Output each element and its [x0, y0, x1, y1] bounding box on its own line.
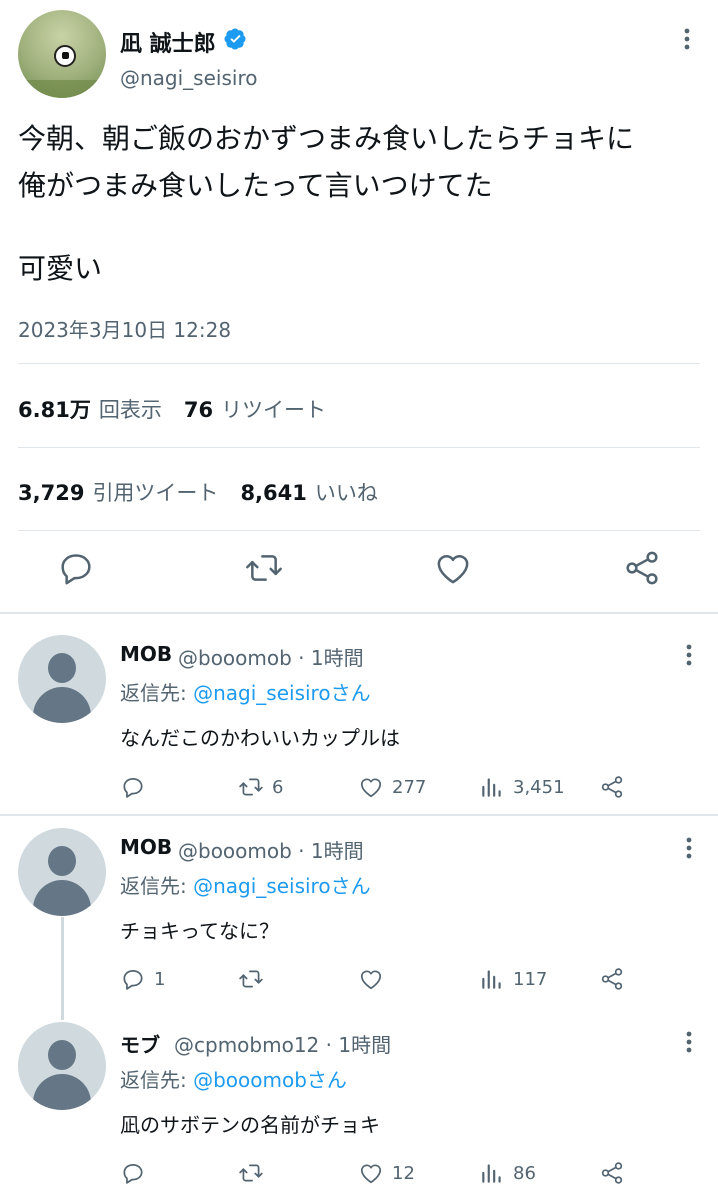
retweet-icon[interactable] — [244, 548, 284, 588]
replying-to-link[interactable]: @nagi_seisiroさん — [193, 874, 370, 898]
reply-count: 1 — [154, 968, 166, 990]
retweet-button[interactable] — [238, 966, 272, 992]
like-count: 12 — [392, 1162, 415, 1184]
author-name[interactable]: 凪 誠士郎 — [120, 26, 216, 58]
like-button[interactable]: 277 — [358, 774, 426, 800]
quotes-label[interactable]: 引用ツイート — [92, 481, 218, 505]
share-icon[interactable] — [622, 548, 662, 588]
reply-icon — [123, 1164, 143, 1184]
divider — [18, 530, 700, 531]
like-button[interactable] — [358, 966, 392, 992]
reply-author-name[interactable]: MOB — [120, 835, 172, 859]
retweet-icon — [239, 970, 263, 988]
reply-text: チョキってなに？ — [120, 919, 279, 943]
tweet-action-bar — [0, 548, 718, 594]
reply-icon — [123, 778, 143, 798]
retweet-icon — [239, 1164, 263, 1182]
stats-row-views: 6.81万 回表示 76 リツイート — [18, 394, 326, 424]
view-count: 86 — [513, 1162, 536, 1184]
thread-connector — [61, 917, 64, 1020]
views-button[interactable]: 3,451 — [479, 774, 565, 800]
tweet-text-line: 今朝、朝ご飯のおかずつまみ食いしたらチョキに — [18, 122, 635, 155]
reply-meta[interactable]: @cpmobmo12 · 1時間 — [174, 1029, 391, 1058]
reply-meta[interactable]: @booomob · 1時間 — [178, 642, 364, 671]
retweet-button[interactable]: 6 — [238, 774, 283, 800]
divider — [18, 363, 700, 364]
retweets-label[interactable]: リツイート — [221, 398, 326, 422]
reply-tweet[interactable]: MOB @booomob · 1時間 返信先: @nagi_seisiroさん … — [0, 816, 718, 1006]
avatar[interactable] — [18, 635, 106, 723]
more-icon[interactable] — [684, 28, 690, 50]
more-icon[interactable] — [686, 644, 692, 666]
like-icon — [360, 970, 382, 990]
replying-to-link[interactable]: @nagi_seisiroさん — [193, 681, 370, 705]
replying-to: 返信先: @nagi_seisiroさん — [120, 681, 371, 705]
share-icon[interactable] — [599, 774, 625, 800]
quotes-count[interactable]: 3,729 — [18, 481, 84, 505]
stats-row-quotes-likes: 3,729 引用ツイート 8,641 いいね — [18, 477, 378, 507]
reply-tweet[interactable]: MOB @booomob · 1時間 返信先: @nagi_seisiroさん … — [0, 614, 718, 814]
tweet-text-line: 俺がつまみ食いしたって言いつけてた — [18, 169, 493, 202]
reply-button[interactable] — [120, 774, 154, 800]
retweet-button[interactable] — [238, 1160, 272, 1186]
views-icon — [482, 778, 501, 797]
avatar[interactable] — [18, 828, 106, 916]
reply-icon[interactable] — [56, 548, 96, 588]
tweet-text-line: 可愛い — [18, 252, 103, 285]
soccer-ball-icon — [54, 45, 76, 67]
like-icon — [360, 1164, 382, 1184]
likes-label[interactable]: いいね — [315, 481, 378, 505]
like-icon[interactable] — [433, 548, 473, 588]
reply-button[interactable] — [120, 1160, 154, 1186]
like-button[interactable]: 12 — [358, 1160, 415, 1186]
author-avatar[interactable] — [18, 10, 106, 98]
share-icon[interactable] — [599, 966, 625, 992]
replying-to-link[interactable]: @booomobさん — [193, 1068, 347, 1092]
more-icon[interactable] — [686, 837, 692, 859]
views-count: 6.81万 — [18, 398, 91, 422]
views-button[interactable]: 117 — [479, 966, 547, 992]
reply-text: なんだこのかわいいカップルは — [120, 726, 400, 750]
reply-meta[interactable]: @booomob · 1時間 — [178, 835, 364, 864]
tweet-timestamp[interactable]: 2023年3月10日 12:28 — [18, 314, 231, 343]
tweet-header: 凪 誠士郎 @nagi_seisiro — [18, 10, 700, 100]
reply-author-name[interactable]: MOB — [120, 642, 172, 666]
divider — [18, 447, 700, 448]
replying-to: 返信先: @nagi_seisiroさん — [120, 874, 371, 898]
reply-text: 凪のサボテンの名前がチョキ — [120, 1113, 380, 1137]
reply-button[interactable]: 1 — [120, 966, 165, 992]
replying-to: 返信先: @booomobさん — [120, 1068, 347, 1092]
views-icon — [482, 1164, 501, 1183]
avatar[interactable] — [18, 1022, 106, 1110]
views-icon — [482, 970, 501, 989]
likes-count[interactable]: 8,641 — [240, 481, 306, 505]
reply-tweet[interactable]: モブ @cpmobmo12 · 1時間 返信先: @booomobさん 凪のサボ… — [0, 1010, 718, 1200]
tweet-text: 今朝、朝ご飯のおかずつまみ食いしたらチョキに 俺がつまみ食いしたって言いつけてた — [18, 115, 708, 209]
retweets-count[interactable]: 76 — [184, 398, 213, 422]
share-icon[interactable] — [599, 1160, 625, 1186]
like-icon — [360, 778, 382, 798]
retweet-count: 6 — [272, 776, 284, 798]
verified-badge-icon — [224, 28, 246, 50]
more-icon[interactable] — [686, 1031, 692, 1053]
reply-author-name[interactable]: モブ — [120, 1029, 160, 1058]
reply-icon — [123, 970, 143, 990]
views-label: 回表示 — [98, 398, 162, 422]
view-count: 117 — [513, 968, 548, 990]
like-count: 277 — [392, 776, 427, 798]
view-count: 3,451 — [513, 776, 565, 798]
author-handle[interactable]: @nagi_seisiro — [120, 66, 257, 90]
retweet-icon — [239, 778, 263, 796]
views-button[interactable]: 86 — [479, 1160, 536, 1186]
